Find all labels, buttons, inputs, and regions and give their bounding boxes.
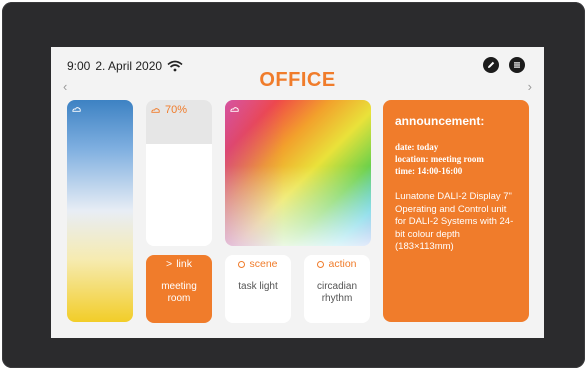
scene-value: task light <box>238 281 278 292</box>
cloud-icon <box>230 107 239 112</box>
scene-label: scene <box>249 258 278 270</box>
link-value: meeting room <box>161 281 197 304</box>
link-label: link <box>176 258 192 270</box>
menu-icon <box>514 62 520 68</box>
edit-button[interactable] <box>483 57 499 73</box>
announcement-location: location: meeting room <box>395 154 484 164</box>
cloud-icon <box>72 107 81 112</box>
page-title: OFFICE <box>259 69 336 91</box>
link-tile[interactable]: > link meeting room <box>146 255 212 323</box>
cloud-icon <box>151 107 160 113</box>
announcement-date: date: today <box>395 142 439 152</box>
pencil-icon <box>488 61 495 68</box>
color-picker[interactable] <box>225 100 371 246</box>
screen: 9:00 2. April 2020 OFFICE ‹ › 70% > link… <box>51 47 544 338</box>
chevron-left-icon[interactable]: ‹ <box>63 79 67 94</box>
link-tile-header: > link <box>146 258 212 270</box>
action-value: circadian rhythm <box>316 281 358 304</box>
announcement-time: time: 14:00-16:00 <box>395 166 463 176</box>
scene-tile[interactable]: scene task light <box>225 255 291 323</box>
chevron-right-icon[interactable]: › <box>528 79 532 94</box>
brightness-value: 70% <box>165 104 188 116</box>
announcement-card: announcement: date: today location: meet… <box>383 100 529 322</box>
color-temperature-slider[interactable] <box>67 100 133 322</box>
circle-icon <box>317 260 325 268</box>
chevron-right-icon: > <box>166 258 173 270</box>
brightness-readout: 70% <box>150 104 187 116</box>
action-tile[interactable]: action circadian rhythm <box>304 255 370 323</box>
brightness-slider[interactable]: 70% <box>146 100 212 246</box>
announcement-description: Lunatone DALI-2 Display 7" Operating and… <box>395 191 514 252</box>
display-bezel: 9:00 2. April 2020 OFFICE ‹ › 70% > link… <box>2 2 585 368</box>
scene-tile-header: scene <box>225 258 291 270</box>
announcement-title: announcement: <box>395 114 485 128</box>
menu-button[interactable] <box>509 57 525 73</box>
action-label: action <box>328 258 357 270</box>
circle-icon <box>238 260 246 268</box>
action-tile-header: action <box>304 258 370 270</box>
